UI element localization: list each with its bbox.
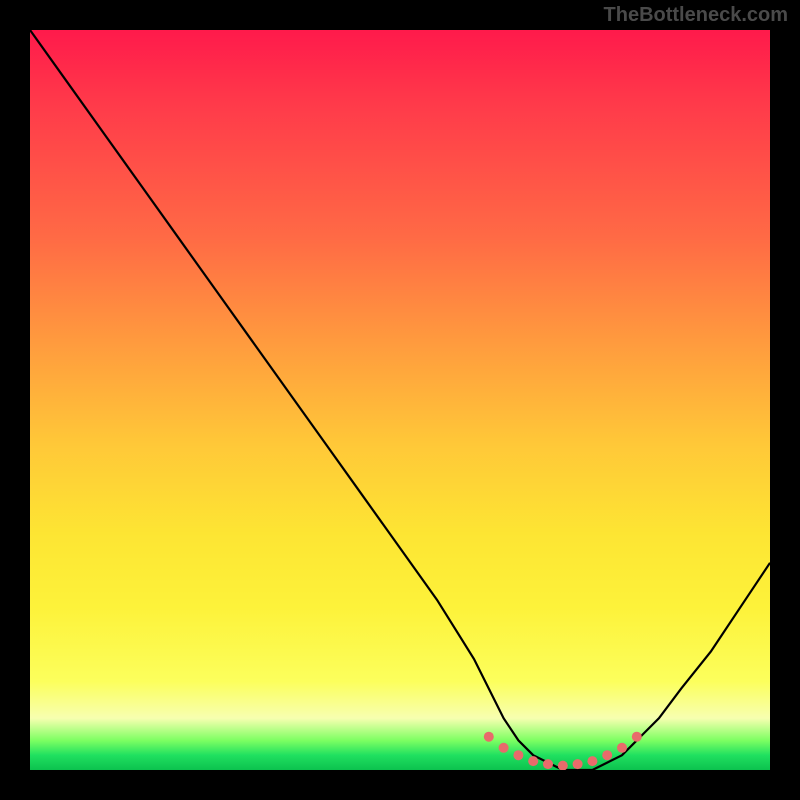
highlight-dot xyxy=(499,743,509,753)
bottleneck-curve-svg xyxy=(30,30,770,770)
highlight-dot xyxy=(573,759,583,769)
flat-zone-dots xyxy=(484,732,642,770)
watermark-text: TheBottleneck.com xyxy=(604,4,788,27)
chart-plot-area xyxy=(30,30,770,770)
highlight-dot xyxy=(602,750,612,760)
highlight-dot xyxy=(558,761,568,770)
bottleneck-curve-path xyxy=(30,30,770,770)
highlight-dot xyxy=(587,756,597,766)
highlight-dot xyxy=(513,750,523,760)
highlight-dot xyxy=(632,732,642,742)
highlight-dot xyxy=(617,743,627,753)
highlight-dot xyxy=(528,756,538,766)
highlight-dot xyxy=(484,732,494,742)
highlight-dot xyxy=(543,759,553,769)
